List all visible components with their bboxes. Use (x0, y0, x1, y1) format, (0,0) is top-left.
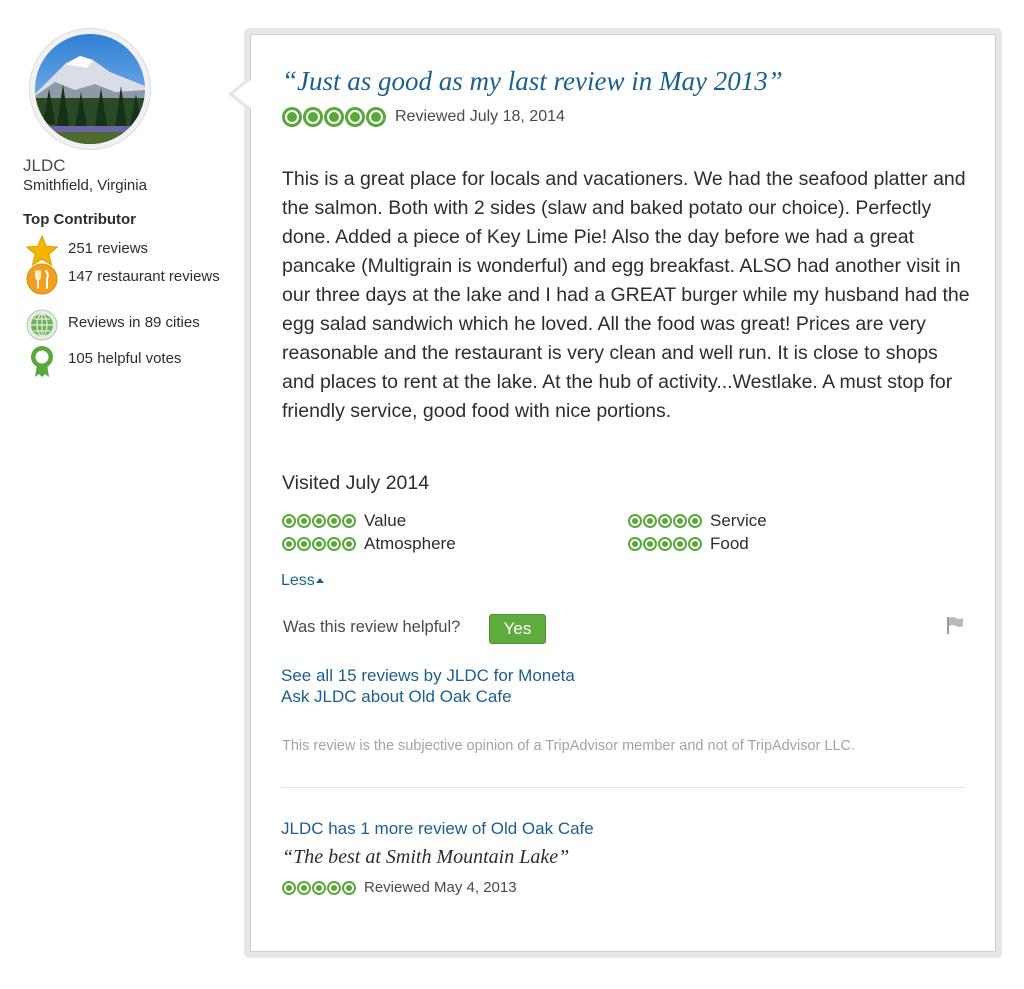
more-review-title[interactable]: “The best at Smith Mountain Lake” (282, 846, 569, 869)
review-disclaimer: This review is the subjective opinion of… (282, 738, 856, 754)
sub-rating-bubbles (282, 537, 357, 551)
sub-rating-service: Service (628, 511, 767, 531)
see-all-reviews-link[interactable]: See all 15 reviews by JLDC for Moneta (281, 666, 575, 686)
rating-bubble (324, 107, 344, 127)
rating-bubble (345, 107, 365, 127)
avatar[interactable] (29, 28, 151, 150)
review-title[interactable]: “Just as good as my last review in May 2… (282, 66, 783, 97)
sub-rating-label: Atmosphere (364, 534, 456, 553)
username[interactable]: JLDC (23, 156, 66, 176)
stat-helpful-votes-text: 105 helpful votes (68, 350, 182, 367)
badge-title: Top Contributor (23, 211, 137, 228)
sub-rating-label: Food (710, 534, 749, 553)
section-divider (281, 787, 964, 788)
more-reviews-link[interactable]: JLDC has 1 more review of Old Oak Cafe (281, 819, 594, 839)
sub-rating-value: Value (282, 511, 406, 531)
avatar-mountain-photo (35, 34, 145, 144)
less-link[interactable]: Less (281, 572, 324, 590)
stat-restaurant-reviews: 147 restaurant reviews (25, 263, 228, 296)
rating-bubble (303, 107, 323, 127)
review-rating-row: Reviewed July 18, 2014 (282, 107, 565, 127)
user-location: Smithfield, Virginia (23, 177, 147, 194)
ribbon-icon (25, 344, 59, 378)
rating-bubble (282, 107, 302, 127)
review-date: Reviewed July 18, 2014 (395, 108, 565, 125)
review-body: This is a great place for locals and vac… (282, 168, 970, 422)
visited-date: Visited July 2014 (282, 472, 430, 494)
ask-reviewer-link[interactable]: Ask JLDC about Old Oak Cafe (281, 687, 512, 707)
caret-up-icon (315, 578, 324, 583)
more-review-rating-row: Reviewed May 4, 2013 (282, 879, 517, 896)
sub-rating-atmosphere: Atmosphere (282, 534, 456, 554)
restaurant-icon (25, 262, 59, 296)
rating-bubble (366, 107, 386, 127)
more-review-rating-bubbles (282, 880, 357, 895)
yes-helpful-button[interactable]: Yes (489, 614, 546, 644)
card-pointer-inner (233, 80, 251, 108)
sub-rating-label: Value (364, 511, 407, 530)
sub-rating-bubbles (628, 514, 703, 528)
sub-rating-food: Food (628, 534, 749, 554)
globe-icon (25, 308, 59, 342)
sub-rating-bubbles (282, 514, 357, 528)
more-review-date: Reviewed May 4, 2013 (364, 879, 517, 896)
stat-cities: Reviews in 89 cities (25, 309, 228, 342)
stat-restaurant-reviews-text: 147 restaurant reviews (68, 268, 220, 285)
stat-cities-text: Reviews in 89 cities (68, 314, 200, 331)
sub-rating-label: Service (710, 511, 767, 530)
flag-icon[interactable] (944, 614, 966, 636)
stat-reviews-text: 251 reviews (68, 240, 149, 257)
helpful-question: Was this review helpful? (283, 618, 461, 636)
review-rating-bubbles (282, 107, 387, 127)
stat-helpful-votes: 105 helpful votes (25, 346, 228, 378)
sub-rating-bubbles (628, 537, 703, 551)
less-label: Less (281, 572, 315, 589)
